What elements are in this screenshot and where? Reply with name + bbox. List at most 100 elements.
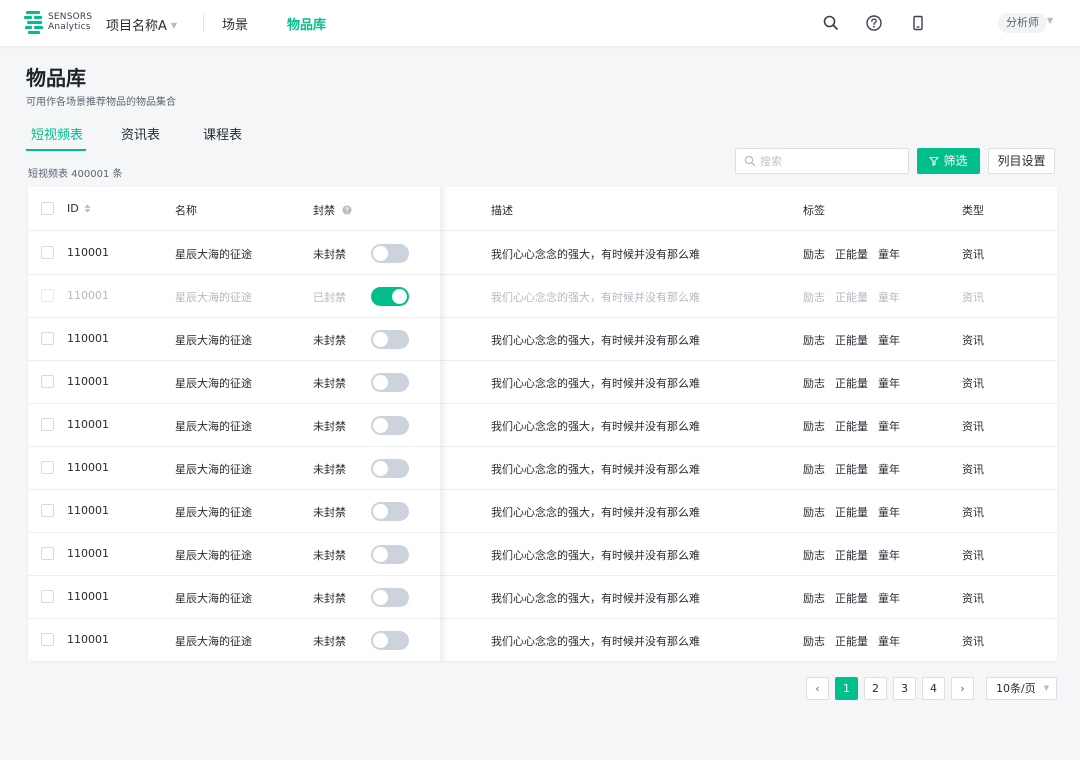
search-box[interactable] <box>735 148 909 174</box>
select-all-checkbox[interactable] <box>41 202 54 215</box>
ban-toggle-switch[interactable] <box>371 588 409 607</box>
search-input[interactable] <box>760 152 900 170</box>
cell-ban-status: 未封禁 <box>313 463 346 476</box>
help-icon[interactable] <box>342 205 352 215</box>
search-icon[interactable] <box>821 13 841 33</box>
row-checkbox[interactable] <box>41 547 54 560</box>
user-role-badge[interactable]: 分析师 <box>998 13 1047 33</box>
cell-tag: 励志 <box>803 420 825 433</box>
ban-toggle-switch[interactable] <box>371 244 409 263</box>
cell-description: 我们心心念念的强大，有时候并没有那么难 <box>491 291 700 304</box>
ban-toggle-switch[interactable] <box>371 416 409 435</box>
page-4-button[interactable]: 4 <box>922 677 945 700</box>
cell-type: 资讯 <box>962 291 984 304</box>
cell-id: 110001 <box>67 246 109 259</box>
cell-description: 我们心心念念的强大，有时候并没有那么难 <box>491 635 700 648</box>
column-header-id[interactable]: ID <box>67 202 91 215</box>
row-checkbox[interactable] <box>41 504 54 517</box>
next-page-button[interactable]: › <box>951 677 974 700</box>
row-checkbox[interactable] <box>41 461 54 474</box>
row-checkbox[interactable] <box>41 332 54 345</box>
logo-mark-icon <box>24 11 44 35</box>
filter-button[interactable]: 筛选 <box>917 148 980 174</box>
column-header-description: 描述 <box>491 204 513 217</box>
nav-scenes[interactable]: 场景 <box>222 14 248 33</box>
switch-knob <box>373 547 388 562</box>
row-checkbox[interactable] <box>41 246 54 259</box>
table-row[interactable]: 110001 星辰大海的征途 未封禁 我们心心念念的强大，有时候并没有那么难 励志 正能量… <box>28 533 1057 576</box>
cell-tag: 正能量 <box>835 248 868 261</box>
filter-icon <box>929 156 940 166</box>
cell-ban-status: 未封禁 <box>313 592 346 605</box>
project-selector[interactable]: 项目名称A ▼ <box>106 15 177 34</box>
cell-tag: 励志 <box>803 549 825 562</box>
mobile-icon[interactable] <box>908 13 928 33</box>
cell-tag: 童年 <box>878 463 900 476</box>
sensors-analytics-logo[interactable]: SENSORS Analytics <box>24 10 94 36</box>
cell-type: 资讯 <box>962 506 984 519</box>
sort-icon[interactable] <box>84 204 91 213</box>
table-row[interactable]: 110001 星辰大海的征途 未封禁 我们心心念念的强大，有时候并没有那么难 励志 正能量… <box>28 361 1057 404</box>
ban-toggle-switch[interactable] <box>371 545 409 564</box>
help-icon[interactable] <box>864 13 884 33</box>
cell-description: 我们心心念念的强大，有时候并没有那么难 <box>491 334 700 347</box>
ban-toggle-switch[interactable] <box>371 502 409 521</box>
cell-id: 110001 <box>67 375 109 388</box>
cell-tag: 童年 <box>878 549 900 562</box>
record-count: 短视频表 400001 条 <box>28 169 123 180</box>
cell-tag: 童年 <box>878 377 900 390</box>
filter-button-label: 筛选 <box>943 154 968 168</box>
tab-news[interactable]: 资讯表 <box>121 124 160 143</box>
ban-toggle-switch[interactable] <box>371 330 409 349</box>
tab-courses[interactable]: 课程表 <box>203 124 242 143</box>
cell-tag: 正能量 <box>835 334 868 347</box>
cell-type: 资讯 <box>962 592 984 605</box>
row-checkbox[interactable] <box>41 375 54 388</box>
cell-description: 我们心心念念的强大，有时候并没有那么难 <box>491 248 700 261</box>
cell-ban-status: 未封禁 <box>313 506 346 519</box>
page-size-select[interactable]: 10条/页 ▼ <box>986 677 1057 700</box>
page-2-button[interactable]: 2 <box>864 677 887 700</box>
table-row[interactable]: 110001 星辰大海的征途 未封禁 我们心心念念的强大，有时候并没有那么难 励志 正能量… <box>28 232 1057 275</box>
nav-item-library[interactable]: 物品库 <box>287 14 326 33</box>
cell-tag: 正能量 <box>835 463 868 476</box>
cell-tag: 正能量 <box>835 592 868 605</box>
cell-type: 资讯 <box>962 635 984 648</box>
cell-tag: 正能量 <box>835 506 868 519</box>
ban-toggle-switch[interactable] <box>371 287 409 306</box>
table-row[interactable]: 110001 星辰大海的征途 未封禁 我们心心念念的强大，有时候并没有那么难 励志 正能量… <box>28 404 1057 447</box>
row-checkbox[interactable] <box>41 418 54 431</box>
cell-id: 110001 <box>67 418 109 431</box>
tab-short-video[interactable]: 短视频表 <box>31 124 83 143</box>
table-row[interactable]: 110001 星辰大海的征途 未封禁 我们心心念念的强大，有时候并没有那么难 励志 正能量… <box>28 447 1057 490</box>
table-row[interactable]: 110001 星辰大海的征途 未封禁 我们心心念念的强大，有时候并没有那么难 励志 正能量… <box>28 576 1057 619</box>
table-row[interactable]: 110001 星辰大海的征途 未封禁 我们心心念念的强大，有时候并没有那么难 励志 正能量… <box>28 318 1057 361</box>
cell-description: 我们心心念念的强大，有时候并没有那么难 <box>491 420 700 433</box>
cell-id: 110001 <box>67 289 109 302</box>
cell-type: 资讯 <box>962 549 984 562</box>
table-row[interactable]: 110001 星辰大海的征途 未封禁 我们心心念念的强大，有时候并没有那么难 励志 正能量… <box>28 490 1057 533</box>
ban-toggle-switch[interactable] <box>371 373 409 392</box>
cell-name: 星辰大海的征途 <box>175 506 252 519</box>
table-row[interactable]: 110001 星辰大海的征途 已封禁 我们心心念念的强大，有时候并没有那么难 励志 正能量… <box>28 275 1057 318</box>
cell-name: 星辰大海的征途 <box>175 635 252 648</box>
cell-type: 资讯 <box>962 377 984 390</box>
switch-knob <box>373 633 388 648</box>
row-checkbox[interactable] <box>41 590 54 603</box>
page-3-button[interactable]: 3 <box>893 677 916 700</box>
cell-tag: 正能量 <box>835 635 868 648</box>
row-checkbox[interactable] <box>41 289 54 302</box>
page-1-button[interactable]: 1 <box>835 677 858 700</box>
ban-toggle-switch[interactable] <box>371 631 409 650</box>
switch-knob <box>373 418 388 433</box>
table-row[interactable]: 110001 星辰大海的征途 未封禁 我们心心念念的强大，有时候并没有那么难 励志 正能量… <box>28 619 1057 662</box>
column-settings-button[interactable]: 列目设置 <box>988 148 1055 174</box>
prev-page-button[interactable]: ‹ <box>806 677 829 700</box>
switch-knob <box>373 375 388 390</box>
row-checkbox[interactable] <box>41 633 54 646</box>
cell-tag: 励志 <box>803 463 825 476</box>
cell-tag: 正能量 <box>835 291 868 304</box>
fixed-column-shadow <box>440 187 448 661</box>
ban-toggle-switch[interactable] <box>371 459 409 478</box>
chevron-down-icon[interactable]: ▼ <box>1047 16 1053 25</box>
